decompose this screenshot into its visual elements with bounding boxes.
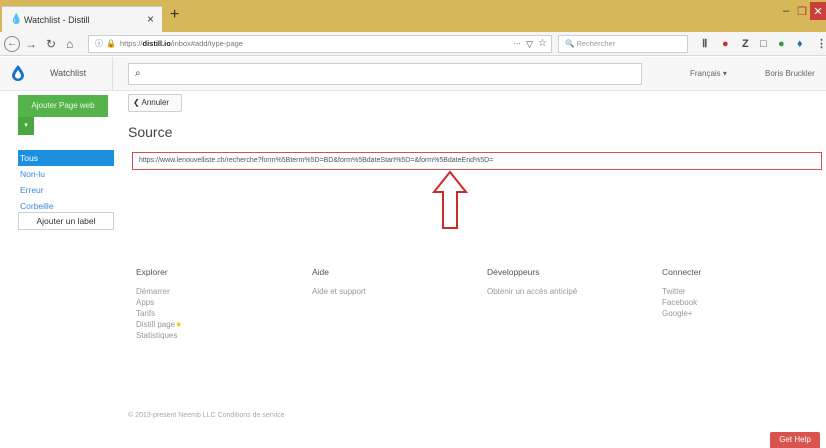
forward-arrow-icon[interactable]: → — [25, 36, 37, 52]
page-title: Source — [128, 124, 173, 140]
star-icon: ★ — [175, 320, 183, 329]
brand-title[interactable]: Watchlist — [50, 68, 86, 78]
zotero-icon[interactable]: Z — [742, 37, 749, 51]
sidebar-filter-list: Tous Non-lu Erreur Corbeille — [18, 150, 114, 214]
footer-link-tarifs[interactable]: Tarifs — [136, 308, 182, 319]
header-divider — [112, 57, 113, 91]
distill-logo-icon[interactable] — [12, 65, 24, 81]
up-arrow-annotation-icon — [432, 170, 468, 229]
user-menu[interactable]: Boris Bruckler — [765, 69, 815, 78]
footer-link-twitter[interactable]: Twitter — [662, 286, 701, 297]
footer-column-connecter: Connecter Twitter Facebook Google+ — [662, 267, 701, 319]
get-help-button[interactable]: Get Help — [770, 432, 820, 448]
bookmark-star-icon[interactable]: ☆ — [538, 36, 547, 52]
minimize-window-icon[interactable]: – — [778, 2, 794, 20]
pocket-icon[interactable]: ▽ — [526, 36, 533, 52]
menu-icon[interactable]: ⋮ — [816, 37, 826, 51]
extension-icon[interactable]: ● — [778, 37, 785, 51]
cancel-button[interactable]: ❮ Annuler — [128, 94, 182, 112]
app-header: Watchlist ⌕ Français ▾ Boris Bruckler — [0, 57, 826, 91]
sidebar-item-non-lu[interactable]: Non-lu — [18, 166, 114, 182]
restore-window-icon[interactable]: ❐ — [794, 2, 810, 20]
new-tab-button[interactable]: + — [170, 6, 179, 24]
library-icon[interactable]: Ⅱ — [702, 37, 707, 51]
footer-link-statistiques[interactable]: Statistiques — [136, 330, 182, 341]
browser-search-icon: 🔍 — [565, 39, 575, 48]
footer-link-acces-anticipe[interactable]: Obtenir un accès anticipé — [487, 286, 577, 297]
app-search-input[interactable]: ⌕ — [128, 63, 642, 85]
home-icon[interactable]: ⌂ — [66, 36, 73, 52]
info-icon[interactable]: ⓘ — [95, 36, 103, 52]
url-bar[interactable]: ⓘ 🔒 https:// distill.io /inbox#add/type-… — [88, 35, 552, 53]
footer-column-aide: Aide Aide et support — [312, 267, 366, 297]
source-url-input[interactable]: https://www.lenouvelliste.ch/recherche?f… — [132, 152, 822, 170]
distill-icon[interactable]: ♦ — [797, 37, 803, 51]
page-actions-icon[interactable]: ··· — [513, 36, 521, 52]
footer-heading: Aide — [312, 267, 330, 277]
footer-column-developpeurs: Développeurs Obtenir un accès anticipé — [487, 267, 577, 297]
add-dropdown-button[interactable]: ▾ — [18, 117, 34, 135]
footer-link-distill-page[interactable]: Distill page★ — [136, 319, 182, 330]
browser-search-input[interactable]: 🔍 Rechercher — [558, 35, 688, 53]
lock-icon: 🔒 — [106, 39, 116, 48]
footer-link-facebook[interactable]: Facebook — [662, 297, 701, 308]
browser-tab[interactable]: 💧 Watchlist - Distill × — [2, 6, 162, 32]
footer-heading: Explorer — [136, 267, 168, 277]
add-label-button[interactable]: Ajouter un label — [18, 212, 114, 230]
reload-icon[interactable]: ↻ — [46, 36, 56, 52]
search-icon: ⌕ — [135, 68, 141, 79]
ublock-icon[interactable]: ● — [722, 37, 729, 51]
url-prefix: https:// — [119, 39, 143, 48]
sidebar-item-erreur[interactable]: Erreur — [18, 182, 114, 198]
back-arrow-icon[interactable]: ← — [4, 36, 20, 52]
sidebar-item-tous[interactable]: Tous — [18, 150, 114, 166]
url-domain: distill.io — [142, 39, 171, 48]
browser-tab-strip: 💧 Watchlist - Distill × + – ❐ ✕ — [0, 0, 826, 32]
footer-link-google-plus[interactable]: Google+ — [662, 308, 701, 319]
close-tab-icon[interactable]: × — [147, 12, 154, 26]
browser-nav-bar: ← → ↻ ⌂ ⓘ 🔒 https:// distill.io /inbox#a… — [0, 32, 826, 56]
footer-link-aide-support[interactable]: Aide et support — [312, 286, 366, 297]
browser-search-placeholder: Rechercher — [576, 39, 616, 48]
tab-title: Watchlist - Distill — [24, 14, 90, 25]
language-dropdown[interactable]: Français ▾ — [690, 69, 727, 78]
distill-favicon-icon: 💧 — [10, 14, 23, 25]
copyright-text: © 2013-present Neemb LLC Conditions de s… — [128, 412, 285, 419]
reader-icon[interactable]: □ — [760, 37, 767, 51]
footer-link-demarrer[interactable]: Démarrer — [136, 286, 182, 297]
close-window-icon[interactable]: ✕ — [810, 2, 826, 20]
footer-link-apps[interactable]: Apps — [136, 297, 182, 308]
footer-heading: Connecter — [662, 267, 702, 277]
url-path: /inbox#add/type-page — [170, 39, 243, 48]
footer-link-distill-page-label: Distill page — [136, 320, 176, 329]
footer-column-explorer: Explorer Démarrer Apps Tarifs Distill pa… — [136, 267, 182, 341]
add-page-button[interactable]: Ajouter Page web — [18, 95, 108, 117]
footer-heading: Développeurs — [487, 267, 540, 277]
